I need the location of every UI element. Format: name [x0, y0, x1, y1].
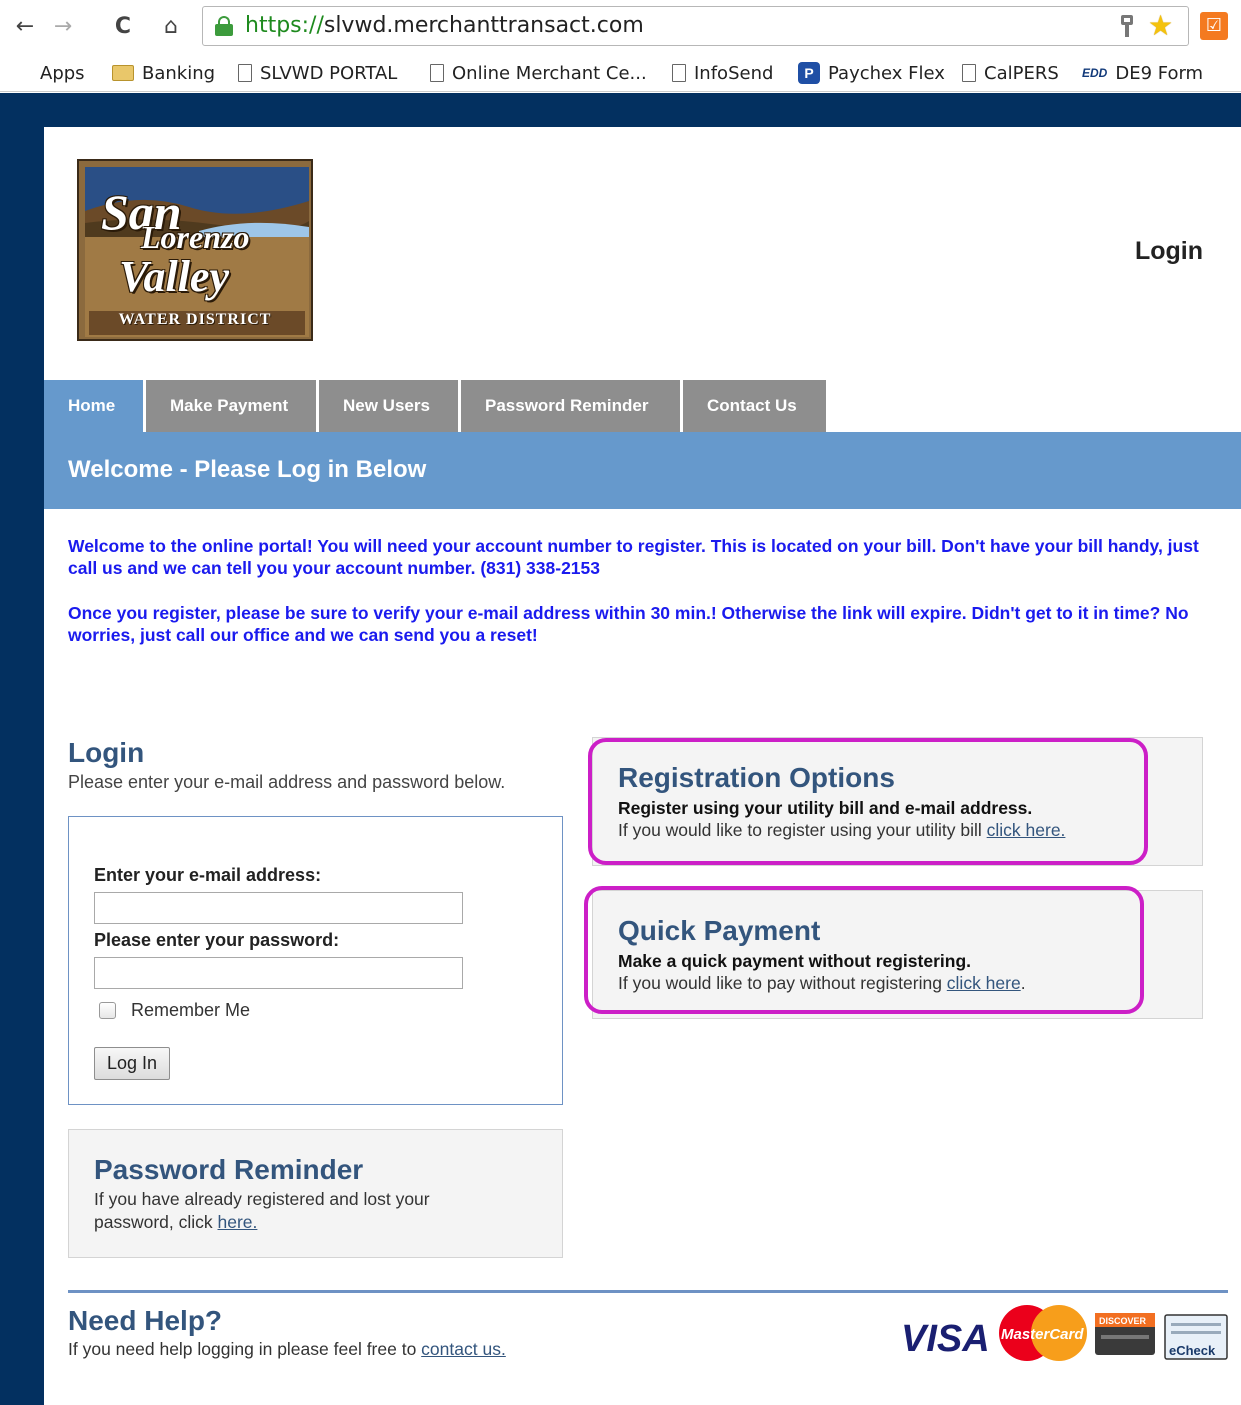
url-host: slvwd.merchanttransact.com [323, 13, 644, 38]
url-text[interactable]: https://slvwd.merchanttransact.com [245, 13, 644, 38]
bookmark-label: CalPERS [984, 62, 1059, 84]
extension-icon[interactable]: ☑ [1200, 12, 1228, 40]
echeck-text: eCheck [1169, 1343, 1216, 1358]
quick-payment-panel: Quick Payment Make a quick payment witho… [592, 890, 1203, 1019]
remember-me-checkbox[interactable] [99, 1002, 116, 1019]
quick-payment-suffix: . [1020, 973, 1026, 993]
folder-icon [112, 65, 134, 81]
edd-icon: EDD [1082, 66, 1108, 80]
password-input[interactable] [94, 957, 463, 989]
logo-word-valley: Valley [119, 252, 229, 301]
bookmark-calpers[interactable]: CalPERS [962, 60, 1059, 86]
registration-options-panel: Registration Options Register using your… [592, 737, 1203, 866]
page-icon [238, 64, 252, 82]
echeck-logo: eCheck [1164, 1314, 1228, 1360]
welcome-banner: Welcome - Please Log in Below [44, 432, 1241, 509]
password-reminder-panel: Password Reminder If you have already re… [68, 1129, 563, 1258]
address-bar[interactable]: https://slvwd.merchanttransact.com ★ [202, 6, 1189, 46]
help-heading: Need Help? [68, 1305, 223, 1336]
payment-methods-logos: VISA MasterCard DISCOVER eCheck [901, 1305, 1228, 1361]
visa-text: VISA [901, 1318, 990, 1360]
quick-payment-prefix: If you would like to pay without registe… [618, 973, 947, 993]
registration-bold-text: Register using your utility bill and e-m… [618, 798, 1033, 818]
login-heading: Login [68, 737, 145, 768]
bookmark-apps[interactable]: Apps [12, 60, 85, 86]
bookmark-label: Online Merchant Ce... [452, 62, 647, 84]
password-reminder-prefix: password, click [94, 1212, 218, 1232]
lock-icon [215, 16, 233, 36]
bookmark-online-merchant[interactable]: Online Merchant Ce... [430, 60, 647, 86]
password-reminder-title: Password Reminder [94, 1154, 364, 1185]
mastercard-logo: MasterCard [999, 1305, 1087, 1361]
bookmark-slvwd-portal[interactable]: SLVWD PORTAL [238, 60, 397, 86]
bookmark-paychex-flex[interactable]: P Paychex Flex [798, 60, 945, 86]
visa-logo: VISA [901, 1318, 990, 1360]
remember-me-row[interactable]: Remember Me [99, 1000, 250, 1021]
registration-prefix: If you would like to register using your… [618, 820, 987, 840]
log-in-button[interactable]: Log In [94, 1047, 171, 1080]
key-icon[interactable] [1118, 15, 1136, 37]
logo-subtitle: WATER DISTRICT [118, 311, 272, 328]
page-icon [430, 64, 444, 82]
quick-payment-bold-text: Make a quick payment without registering… [618, 951, 971, 971]
quick-payment-link[interactable]: click here [947, 973, 1021, 993]
tab-contact-us[interactable]: Contact Us [683, 380, 826, 432]
district-logo[interactable]: San Lorenzo Valley WATER DISTRICT [77, 159, 313, 341]
bookmark-label: InfoSend [694, 62, 774, 84]
header-login-label: Login [1134, 237, 1203, 265]
quick-payment-text: If you would like to pay without registe… [618, 972, 1026, 995]
tab-home[interactable]: Home [44, 380, 143, 432]
bookmark-label: Apps [40, 62, 85, 84]
bookmark-infosend[interactable]: InfoSend [672, 60, 773, 86]
bookmark-label: DE9 Form [1115, 62, 1204, 84]
help-prefix: If you need help logging in please feel … [68, 1339, 422, 1359]
url-scheme: https:// [245, 13, 324, 38]
bookmark-label: Banking [142, 62, 216, 84]
mastercard-text: MasterCard [1001, 1326, 1084, 1343]
bookmark-label: Paychex Flex [828, 62, 945, 84]
page-title: Welcome - Please Log in Below [68, 456, 427, 483]
login-instructions: Please enter your e-mail address and pas… [68, 772, 506, 792]
quick-payment-title: Quick Payment [618, 915, 821, 946]
apps-grid-icon [12, 63, 32, 83]
registration-link[interactable]: click here. [987, 820, 1066, 840]
reload-button[interactable]: C [108, 10, 138, 44]
login-form: Enter your e-mail address: Please enter … [68, 816, 563, 1105]
tab-make-payment[interactable]: Make Payment [146, 380, 316, 432]
contact-us-link[interactable]: contact us. [421, 1339, 506, 1359]
main-nav-tabs: Home Make Payment New Users Password Rem… [44, 380, 829, 432]
password-reminder-line2: password, click here. [94, 1211, 257, 1234]
email-input[interactable] [94, 892, 463, 924]
browser-toolbar: ← → C ⌂ https://slvwd.merchanttransact.c… [0, 0, 1241, 54]
password-label: Please enter your password: [94, 930, 340, 950]
registration-title: Registration Options [618, 762, 895, 793]
footer-divider [68, 1290, 1228, 1293]
registration-text: If you would like to register using your… [618, 819, 1065, 842]
forward-button[interactable]: → [48, 10, 78, 44]
intro-paragraph-verify: Once you register, please be sure to ver… [68, 603, 1189, 645]
page-icon [672, 64, 686, 82]
remember-me-label[interactable]: Remember Me [131, 1000, 250, 1021]
bookmark-star-icon[interactable]: ★ [1148, 9, 1173, 43]
bookmark-label: SLVWD PORTAL [260, 62, 398, 84]
tab-new-users[interactable]: New Users [319, 380, 458, 432]
bookmark-de9-form[interactable]: EDD DE9 Form [1082, 60, 1203, 86]
discover-text: DISCOVER [1099, 1316, 1147, 1326]
page-content: San Lorenzo Valley WATER DISTRICT Login … [44, 127, 1241, 1405]
home-button[interactable]: ⌂ [156, 10, 186, 44]
page-icon [962, 64, 976, 82]
password-reminder-line1: If you have already registered and lost … [94, 1189, 430, 1209]
tab-password-reminder[interactable]: Password Reminder [461, 380, 680, 432]
back-button[interactable]: ← [10, 10, 40, 44]
email-label: Enter your e-mail address: [94, 865, 322, 885]
password-reminder-link[interactable]: here. [218, 1212, 258, 1232]
intro-paragraph-account: Welcome to the online portal! You will n… [68, 536, 1199, 578]
bookmarks-bar: Apps Banking SLVWD PORTAL Online Merchan… [0, 54, 1241, 92]
paychex-icon: P [798, 62, 820, 84]
help-text: If you need help logging in please feel … [68, 1339, 506, 1360]
bookmark-banking[interactable]: Banking [112, 60, 215, 86]
discover-logo: DISCOVER [1095, 1313, 1155, 1355]
